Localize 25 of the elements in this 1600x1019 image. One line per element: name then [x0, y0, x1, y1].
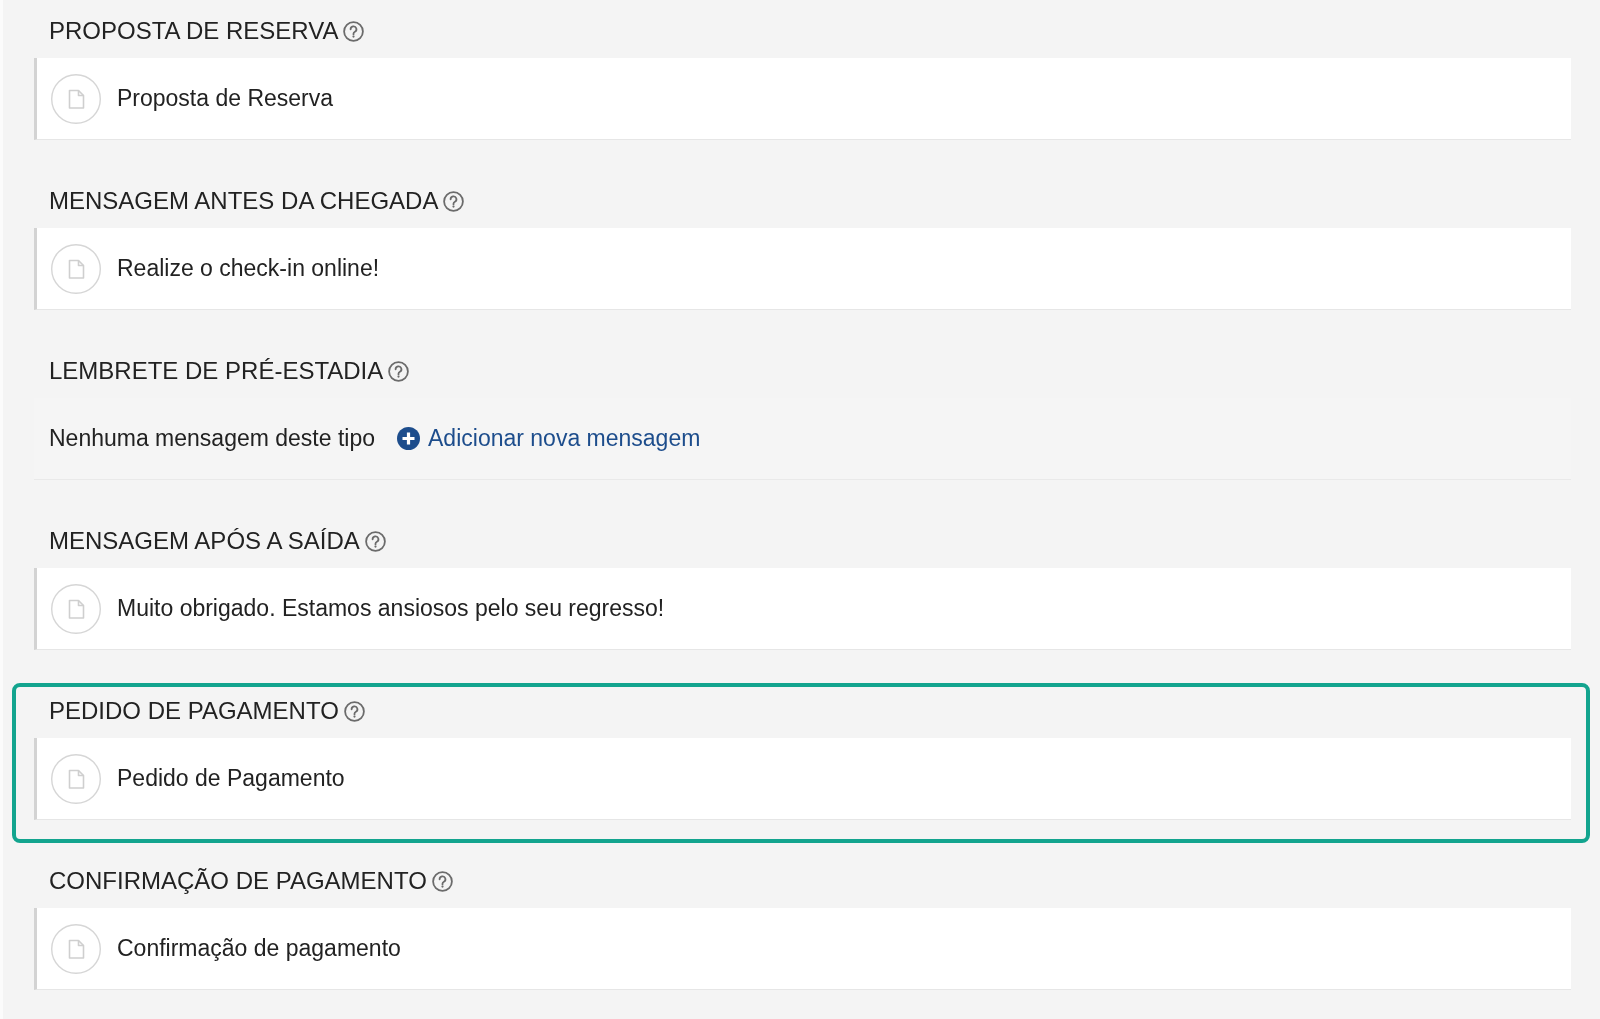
help-icon[interactable]	[343, 20, 365, 42]
section-heading: CONFIRMAÇÃO DE PAGAMENTO	[49, 867, 427, 895]
message-item[interactable]: Proposta de Reserva	[34, 58, 1571, 140]
message-item[interactable]: Confirmação de pagamento	[34, 908, 1571, 990]
document-icon	[51, 243, 101, 294]
document-icon	[51, 73, 101, 124]
add-message-link[interactable]: Adicionar nova mensagem	[397, 421, 701, 456]
document-icon	[51, 753, 101, 804]
section-heading: PROPOSTA DE RESERVA	[49, 17, 339, 45]
document-icon	[51, 583, 101, 634]
empty-state-text: Nenhuma mensagem deste tipo	[49, 424, 376, 454]
plus-circle-icon	[397, 427, 421, 450]
message-item[interactable]: Pedido de Pagamento	[34, 738, 1571, 820]
help-icon[interactable]	[431, 870, 453, 892]
help-icon[interactable]	[443, 190, 465, 212]
document-icon	[51, 923, 101, 974]
message-item[interactable]: Muito obrigado. Estamos ansiosos pelo seu regresso!	[34, 568, 1571, 650]
section-heading: MENSAGEM APÓS A SAÍDA	[49, 527, 360, 555]
help-icon[interactable]	[343, 700, 365, 722]
section-heading: MENSAGEM ANTES DA CHEGADA	[49, 187, 439, 215]
help-icon[interactable]	[364, 530, 386, 552]
section-heading: LEMBRETE DE PRÉ-ESTADIA	[49, 357, 384, 385]
help-icon[interactable]	[388, 360, 410, 382]
section-heading: PEDIDO DE PAGAMENTO	[49, 697, 339, 725]
message-item[interactable]: Realize o check-in online!	[34, 228, 1571, 310]
